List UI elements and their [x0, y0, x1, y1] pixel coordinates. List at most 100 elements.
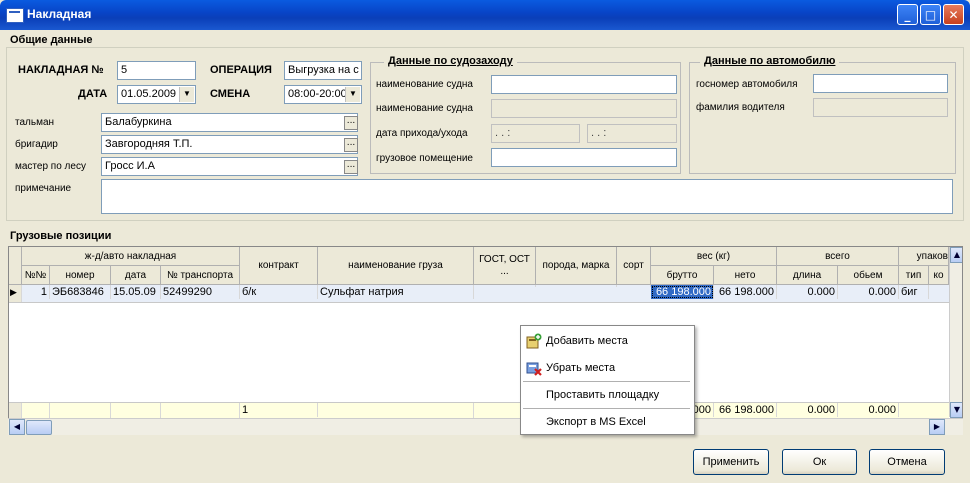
- shift-label: СМЕНА: [210, 88, 251, 100]
- chevron-down-icon[interactable]: ▼: [345, 87, 360, 102]
- cell-breed[interactable]: [536, 285, 617, 287]
- maximize-button[interactable]: □: [920, 4, 941, 25]
- cancel-button[interactable]: Отмена: [869, 449, 945, 475]
- scroll-left-icon[interactable]: ◀: [9, 419, 25, 435]
- header-gross[interactable]: брутто: [651, 266, 714, 285]
- driver-field: [813, 98, 948, 117]
- ok-button[interactable]: Ок: [782, 449, 857, 475]
- header-rail-group: ж-д/авто накладная: [22, 247, 240, 266]
- tallyman-field[interactable]: Балабуркина: [101, 113, 358, 132]
- header-breed[interactable]: порода, марка: [536, 247, 617, 285]
- totals-cell: [318, 403, 474, 419]
- window-title: Накладная: [27, 7, 92, 21]
- foreman-field[interactable]: Завгородняя Т.П.: [101, 135, 358, 154]
- cell-date[interactable]: 15.05.09: [111, 285, 161, 299]
- totals-cell: [50, 403, 111, 419]
- totals-row: 1 000 66 198.000 0.000 0.000: [9, 402, 949, 419]
- scroll-right-icon[interactable]: ▶: [929, 419, 945, 435]
- totals-volume: 0.000: [838, 403, 899, 417]
- foreman-lookup-button[interactable]: ...: [344, 138, 358, 152]
- header-number[interactable]: номер: [50, 266, 111, 285]
- header-cargo-name[interactable]: наименование груза: [318, 247, 474, 285]
- shift-select[interactable]: 08:00-20:00 ▼: [284, 85, 362, 104]
- ship-name2-label: наименование судна: [376, 103, 473, 114]
- totals-contract: 1: [240, 403, 318, 417]
- master-label: мастер по лесу: [15, 161, 86, 172]
- hold-field[interactable]: [491, 148, 677, 167]
- cell-sort[interactable]: [617, 285, 651, 287]
- ship-data-title: Данные по судозаходу: [384, 55, 517, 67]
- cell-length[interactable]: 0.000: [777, 285, 838, 299]
- header-contract[interactable]: контракт: [240, 247, 318, 285]
- grid-corner: [9, 247, 22, 285]
- header-type[interactable]: тип: [899, 266, 929, 285]
- invoice-number-field[interactable]: 5: [117, 61, 196, 80]
- cell-transport[interactable]: 52499290: [161, 285, 240, 299]
- totals-length: 0.000: [777, 403, 838, 417]
- foreman-label: бригадир: [15, 139, 58, 150]
- header-num[interactable]: №№: [22, 266, 50, 285]
- tallyman-lookup-button[interactable]: ...: [344, 116, 358, 130]
- menu-item-label: Добавить места: [546, 335, 628, 347]
- header-volume[interactable]: обьем: [838, 266, 899, 285]
- header-ko[interactable]: ко: [929, 266, 949, 285]
- header-net[interactable]: нето: [714, 266, 777, 285]
- menu-item-set-area[interactable]: Проставить площадку: [521, 383, 692, 407]
- general-section-title: Общие данные: [10, 34, 93, 46]
- apply-button[interactable]: Применить: [693, 449, 769, 475]
- note-field[interactable]: [101, 179, 953, 214]
- totals-cell: [161, 403, 240, 419]
- invoice-window: Накладная _ □ ✕ Общие данные НАКЛАДНАЯ №…: [0, 0, 970, 483]
- scroll-down-icon[interactable]: ▼: [950, 402, 962, 418]
- cargo-section-title: Грузовые позиции: [10, 230, 112, 242]
- menu-item-label: Экспорт в MS Excel: [546, 416, 646, 428]
- plate-field[interactable]: [813, 74, 948, 93]
- title-bar[interactable]: Накладная _ □ ✕: [0, 0, 970, 30]
- totals-net: 66 198.000: [714, 403, 777, 417]
- minimize-button[interactable]: _: [897, 4, 918, 25]
- ship-name-label: наименование судна: [376, 79, 473, 90]
- cell-contract[interactable]: б/к: [240, 285, 318, 299]
- header-pack-group: упаков: [899, 247, 949, 266]
- scroll-up-icon[interactable]: ▲: [950, 247, 962, 263]
- cell-gross[interactable]: 66 198.000: [651, 285, 714, 299]
- context-menu: Добавить места Убрать места Проставить п…: [520, 325, 695, 435]
- table-row[interactable]: ▶ 1 ЭБ683846 15.05.09 52499290 б/к Сульф…: [9, 285, 949, 303]
- header-transport[interactable]: № транспорта: [161, 266, 240, 285]
- cell-number[interactable]: ЭБ683846: [50, 285, 111, 299]
- vertical-scrollbar[interactable]: ▲ ▼: [949, 247, 962, 418]
- menu-item-label: Убрать места: [546, 362, 616, 374]
- header-sort[interactable]: сорт: [617, 247, 651, 285]
- cell-net[interactable]: 66 198.000: [714, 285, 777, 299]
- arrival-date-field: . . :: [491, 124, 580, 143]
- date-picker[interactable]: 01.05.2009 ▼: [117, 85, 196, 104]
- row-pointer-icon: ▶: [9, 285, 22, 302]
- cell-volume[interactable]: 0.000: [838, 285, 899, 299]
- cell-gost[interactable]: [474, 285, 536, 287]
- menu-item-remove-places[interactable]: Убрать места: [521, 356, 692, 380]
- horizontal-scrollbar[interactable]: ◀ ▶: [8, 418, 963, 435]
- invoice-label: НАКЛАДНАЯ №: [18, 64, 104, 76]
- menu-item-export-excel[interactable]: Экспорт в MS Excel: [521, 410, 692, 434]
- menu-item-add-places[interactable]: Добавить места: [521, 329, 692, 353]
- cargo-grid[interactable]: ж-д/авто накладная контракт наименование…: [8, 246, 963, 432]
- auto-data-title: Данные по автомобилю: [700, 55, 840, 67]
- scroll-thumb[interactable]: [26, 420, 52, 435]
- menu-separator: [523, 381, 690, 382]
- menu-item-label: Проставить площадку: [546, 389, 660, 401]
- header-length[interactable]: длина: [777, 266, 838, 285]
- driver-label: фамилия водителя: [696, 102, 785, 113]
- master-field[interactable]: Гросс И.А: [101, 157, 358, 176]
- arrival-label: дата прихода/ухода: [376, 128, 468, 139]
- cell-type[interactable]: биг: [899, 285, 929, 299]
- header-gost[interactable]: ГОСТ, ОСТ ...: [474, 247, 536, 285]
- cell-num[interactable]: 1: [22, 285, 50, 299]
- ship-name-field[interactable]: [491, 75, 677, 94]
- header-date[interactable]: дата: [111, 266, 161, 285]
- chevron-down-icon[interactable]: ▼: [179, 87, 194, 102]
- window-icon: [6, 8, 24, 23]
- operation-field[interactable]: Выгрузка на с: [284, 61, 362, 80]
- master-lookup-button[interactable]: ...: [344, 160, 358, 174]
- cell-cargo-name[interactable]: Сульфат натрия: [318, 285, 474, 299]
- close-button[interactable]: ✕: [943, 4, 964, 25]
